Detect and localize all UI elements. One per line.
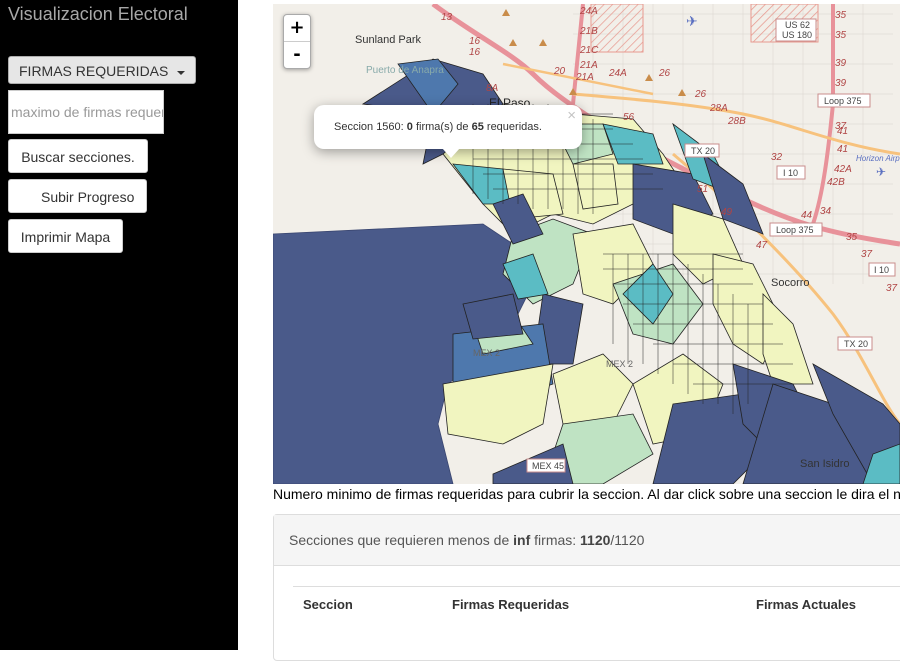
summary-prefix: Secciones que requieren menos de: [289, 532, 514, 548]
road-label: US 62: [785, 20, 810, 30]
buscar-secciones-button[interactable]: Buscar secciones.: [8, 139, 148, 173]
popup-requeridas: 65: [471, 121, 484, 133]
exit-number: 39: [835, 58, 847, 69]
column-header-firmas-actuales: Firmas Actuales: [756, 597, 856, 612]
imprimir-mapa-button[interactable]: Imprimir Mapa: [8, 219, 123, 253]
exit-number: 41: [837, 126, 848, 137]
popup-prefix: Seccion 1560:: [334, 121, 407, 133]
zoom-out-button[interactable]: -: [284, 41, 310, 68]
exit-number: 24A: [608, 68, 627, 79]
place-label: Sunland Park: [355, 34, 422, 46]
exit-number: 39: [835, 78, 847, 89]
exit-number: 37: [886, 283, 898, 294]
road-label: TX 20: [844, 339, 868, 349]
road-label: Loop 375: [824, 96, 862, 106]
airport-icon: ✈: [876, 165, 886, 179]
exit-number: 35: [846, 232, 858, 243]
dropdown-label: FIRMAS REQUERIDAS: [19, 63, 169, 79]
exit-number: 56: [623, 112, 635, 123]
exit-number: 51: [697, 184, 708, 195]
zoom-controls: + -: [283, 14, 311, 69]
exit-number: 32: [771, 152, 783, 163]
exit-number: 24A: [579, 6, 598, 17]
summary-count: 1120: [580, 532, 611, 548]
app-title: Visualizacion Electoral: [8, 4, 188, 24]
summary-middle: firmas:: [530, 532, 581, 548]
road-label: MEX 2: [473, 348, 500, 358]
summary-total: /1120: [610, 532, 645, 548]
section-popup: Seccion 1560: 0 firma(s) de 65 requerida…: [314, 105, 582, 158]
map-view[interactable]: US 62 US 180 Loop 375 TX 20 I 10 MEX 45 …: [273, 4, 900, 484]
road-label: Loop 375: [776, 225, 814, 235]
exit-number: 35: [835, 10, 847, 21]
exit-number: 16: [469, 47, 481, 58]
road-label: MEX 45: [532, 461, 564, 471]
road-label: TX 20: [691, 146, 715, 156]
place-label: Socorro: [771, 277, 810, 289]
zoom-in-button[interactable]: +: [284, 15, 310, 41]
exit-number: 13: [441, 12, 453, 23]
exit-number: 26: [658, 68, 671, 79]
place-label: Horizon Airport: [856, 154, 900, 163]
metric-dropdown[interactable]: FIRMAS REQUERIDAS: [8, 56, 196, 84]
place-label: San Isidro: [800, 458, 850, 470]
sidebar: Visualizacion Electoral FIRMAS REQUERIDA…: [0, 0, 238, 650]
exit-number: 21A: [579, 60, 598, 71]
restricted-area: [590, 4, 644, 53]
exit-number: 44: [801, 210, 813, 221]
popup-suffix: requeridas.: [483, 121, 542, 133]
exit-number: 16: [469, 36, 481, 47]
exit-number: 20: [553, 66, 566, 77]
exit-number: 42A: [834, 164, 852, 175]
column-header-seccion: Seccion: [303, 597, 353, 612]
column-header-firmas-requeridas: Firmas Requeridas: [452, 597, 570, 612]
popup-middle: firma(s) de: [412, 121, 472, 133]
exit-number: 42B: [827, 177, 845, 188]
exit-number: 41: [837, 144, 848, 155]
exit-number: 35: [835, 30, 847, 41]
close-icon[interactable]: ×: [567, 107, 576, 124]
road-label: I 10: [874, 265, 889, 275]
exit-number: 34: [820, 206, 832, 217]
exit-number: 21C: [579, 45, 599, 56]
map-canvas[interactable]: US 62 US 180 Loop 375 TX 20 I 10 MEX 45 …: [273, 4, 900, 484]
max-firmas-input[interactable]: [8, 90, 164, 134]
map-caption: Numero minimo de firmas requeridas para …: [273, 486, 900, 502]
summary-limit: inf: [513, 532, 531, 548]
exit-number: 21A: [575, 72, 594, 83]
subir-progreso-button[interactable]: Subir Progreso: [8, 179, 147, 213]
popup-tip: [442, 148, 460, 158]
road-label: I 10: [783, 168, 798, 178]
exit-number: 21B: [579, 26, 598, 37]
place-label: Puerto de Anapra: [366, 65, 444, 76]
road-label: US 180: [782, 30, 812, 40]
road-label: MEX 2: [606, 359, 633, 369]
results-panel: Secciones que requieren menos de inf fir…: [273, 514, 900, 661]
exit-number: 37: [861, 249, 873, 260]
panel-heading: Secciones que requieren menos de inf fir…: [274, 515, 900, 566]
exit-number: 28B: [727, 116, 746, 127]
exit-number: 28A: [709, 103, 728, 114]
exit-number: 47: [756, 240, 768, 251]
airport-icon: ✈: [686, 13, 698, 29]
exit-number: 8A: [486, 83, 499, 94]
table-header: Seccion Firmas Requeridas Firmas Actuale…: [293, 586, 900, 627]
exit-number: 26: [694, 89, 707, 100]
exit-number: 49: [721, 207, 733, 218]
caret-down-icon: [177, 71, 185, 75]
